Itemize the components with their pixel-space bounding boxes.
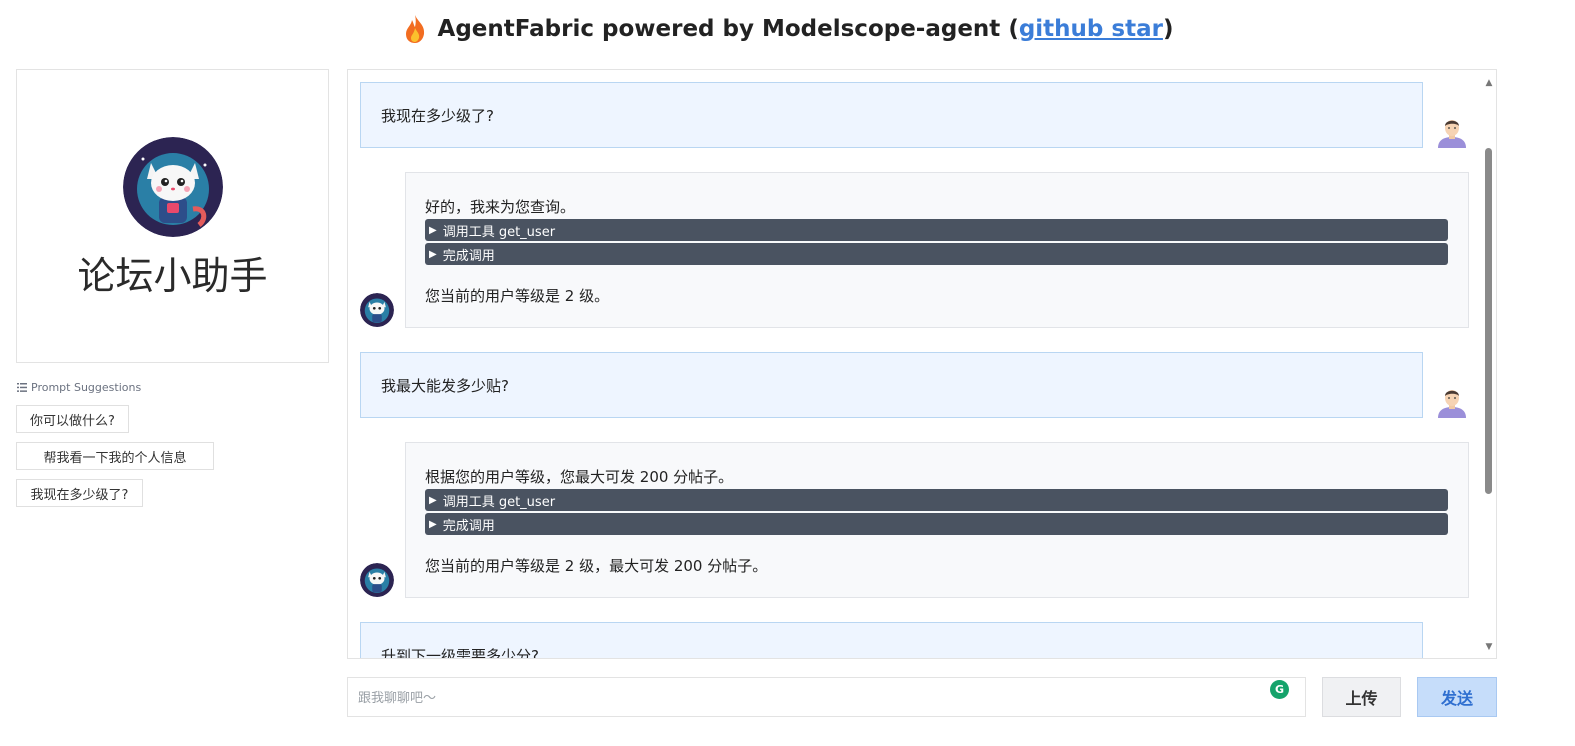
cat-robot-avatar <box>123 137 223 237</box>
user-message: 我现在多少级了? <box>360 82 1423 148</box>
triangle-right-icon: ▶ <box>429 248 437 260</box>
user-message-text: 我现在多少级了? <box>381 106 494 125</box>
cat-robot-avatar <box>360 293 394 327</box>
triangle-right-icon: ▶ <box>429 494 437 506</box>
tool-done-label: 完成调用 <box>442 248 495 264</box>
tool-call-label: 调用工具 get_user <box>442 494 556 510</box>
prompt-suggestions-label: Prompt Suggestions <box>17 381 141 394</box>
upload-button[interactable]: 上传 <box>1322 677 1401 717</box>
bot-message: 根据您的用户等级，您最大可发 200 分帖子。 ▶ 调用工具 get_user … <box>405 442 1469 598</box>
scrollbar-thumb[interactable] <box>1485 148 1492 494</box>
tool-call-label: 调用工具 get_user <box>442 224 556 240</box>
scroll-up-arrow[interactable]: ▲ <box>1484 78 1494 88</box>
prompt-suggestions-text: Prompt Suggestions <box>31 381 142 394</box>
tool-done-toggle[interactable]: ▶ 完成调用 <box>425 243 1448 265</box>
suggestion-button[interactable]: 我现在多少级了? <box>16 479 143 507</box>
tool-done-label: 完成调用 <box>442 518 495 534</box>
title-close: ) <box>1162 16 1174 42</box>
chat-panel[interactable]: 我现在多少级了? 好的，我来为您查询。 ▶ 调用工具 get_user ▶ 完成… <box>347 69 1497 659</box>
suggestion-button[interactable]: 帮我看一下我的个人信息 <box>16 442 214 470</box>
agent-card: 论坛小助手 <box>16 69 329 363</box>
user-avatar-icon <box>1436 656 1468 659</box>
page-header: AgentFabric powered by Modelscope-agent … <box>0 8 1575 50</box>
user-avatar-icon <box>1438 390 1466 418</box>
scroll-down-arrow[interactable]: ▼ <box>1484 642 1494 652</box>
cat-robot-avatar <box>360 563 394 597</box>
tool-done-toggle[interactable]: ▶ 完成调用 <box>425 513 1448 535</box>
suggestion-button[interactable]: 你可以做什么? <box>16 405 129 433</box>
title-text: AgentFabric powered by Modelscope-agent … <box>437 16 1019 42</box>
page-title: AgentFabric powered by Modelscope-agent … <box>402 14 1174 44</box>
bot-message: 好的，我来为您查询。 ▶ 调用工具 get_user ▶ 完成调用 您当前的用户… <box>405 172 1469 328</box>
chat-input[interactable] <box>348 678 1260 718</box>
user-avatar-icon <box>1438 120 1466 148</box>
flame-icon <box>405 15 424 43</box>
user-message: 升到下一级需要多少分? <box>360 622 1423 659</box>
user-message-text: 升到下一级需要多少分? <box>381 647 539 659</box>
bot-message-answer: 您当前的用户等级是 2 级，最大可发 200 分帖子。 <box>425 557 768 575</box>
github-star-link[interactable]: github star <box>1019 16 1163 42</box>
send-button[interactable]: 发送 <box>1417 677 1497 717</box>
tool-call-toggle[interactable]: ▶ 调用工具 get_user <box>425 489 1448 511</box>
user-message-text: 我最大能发多少贴? <box>381 376 509 395</box>
bot-message-answer: 您当前的用户等级是 2 级。 <box>425 287 610 305</box>
bot-message-intro: 根据您的用户等级，您最大可发 200 分帖子。 <box>425 468 734 486</box>
triangle-right-icon: ▶ <box>429 518 437 530</box>
tool-call-toggle[interactable]: ▶ 调用工具 get_user <box>425 219 1448 241</box>
agent-name: 论坛小助手 <box>77 254 268 298</box>
list-icon <box>17 383 27 392</box>
user-message: 我最大能发多少贴? <box>360 352 1423 418</box>
grammarly-icon[interactable]: G <box>1270 680 1289 699</box>
triangle-right-icon: ▶ <box>429 224 437 236</box>
chat-input-container: G <box>347 677 1306 718</box>
bot-message-intro: 好的，我来为您查询。 <box>425 198 576 216</box>
